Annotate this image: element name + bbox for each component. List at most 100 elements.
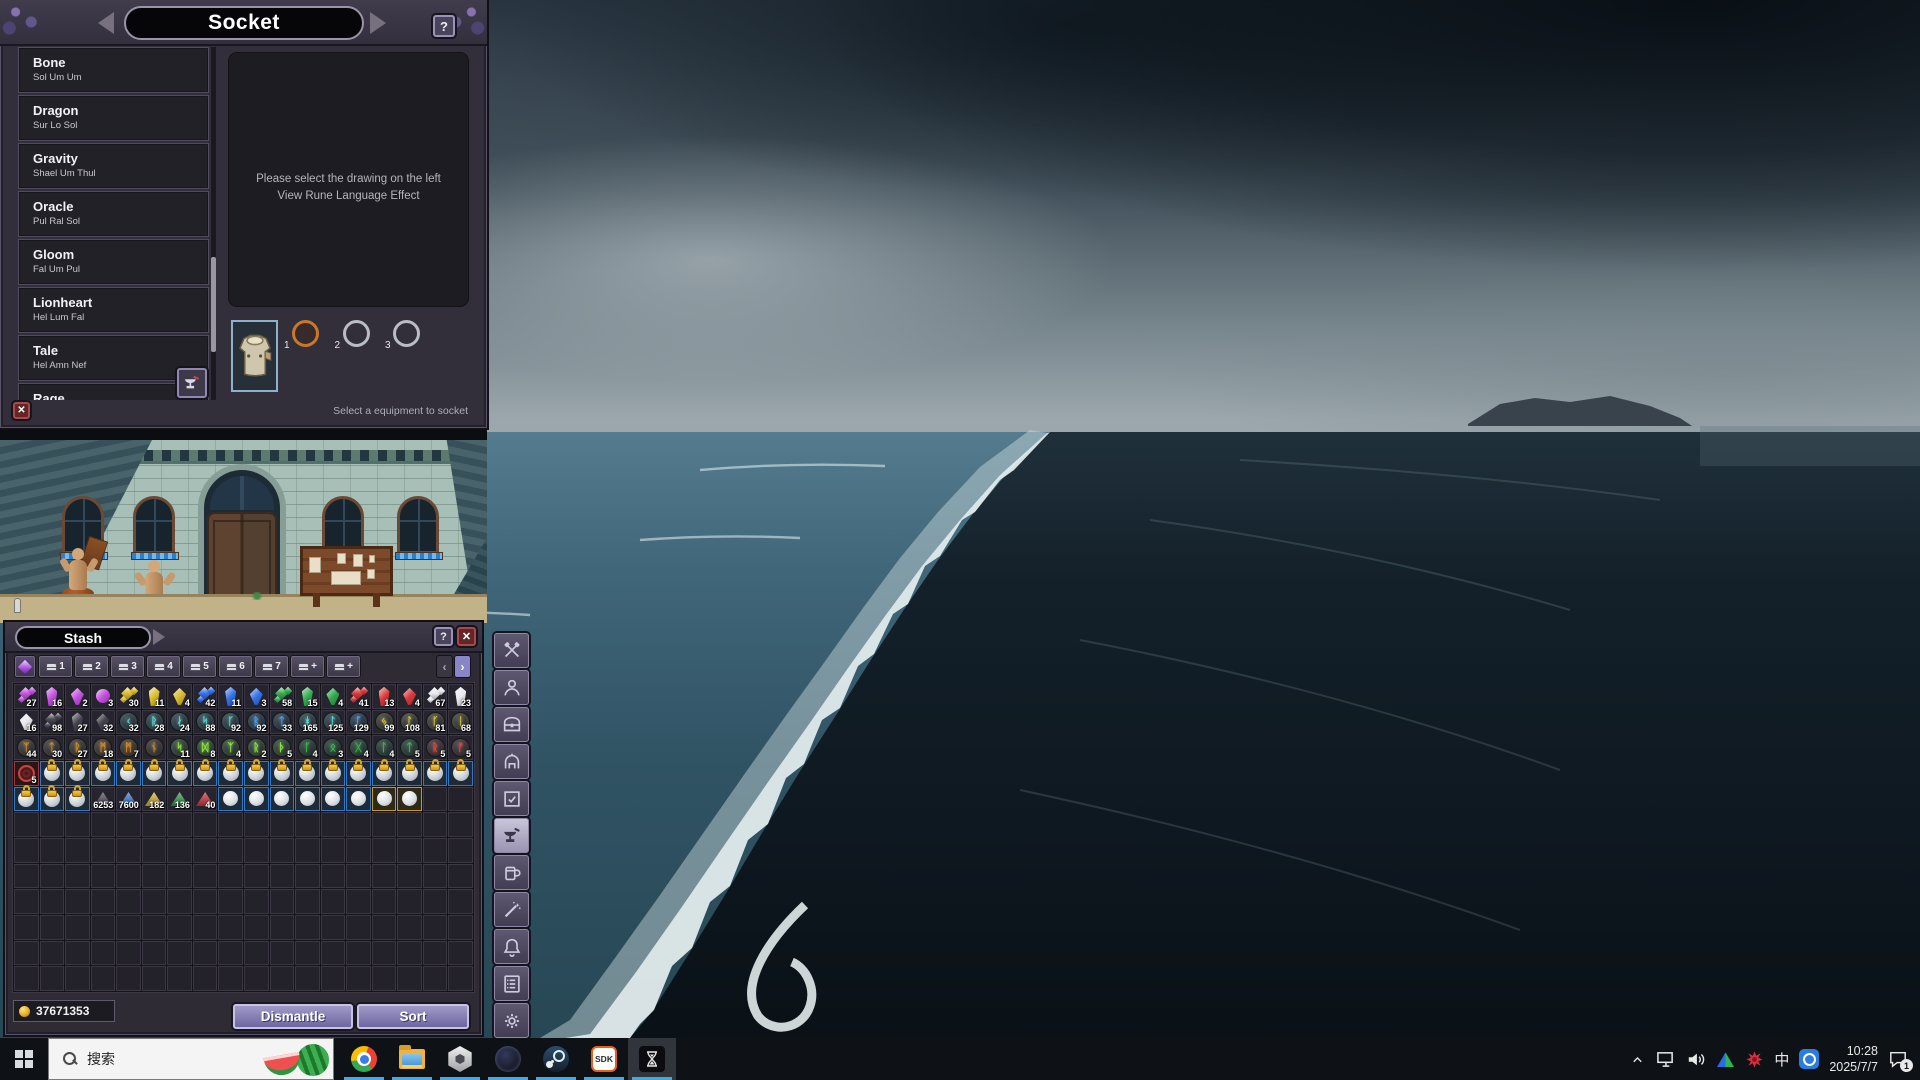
stash-item[interactable] [244,761,269,786]
stash-item[interactable] [397,761,422,786]
stash-empty-slot[interactable] [346,889,371,914]
stash-empty-slot[interactable] [372,889,397,914]
stash-empty-slot[interactable] [448,889,473,914]
stash-empty-slot[interactable] [116,889,141,914]
stash-tab-5[interactable]: 5 [183,656,216,677]
stash-item[interactable] [91,761,116,786]
stash-item[interactable]: ᛅ24 [167,710,192,735]
stash-empty-slot[interactable] [218,941,243,966]
stash-empty-slot[interactable] [65,864,90,889]
network-icon[interactable] [1655,1050,1676,1068]
stash-empty-slot[interactable] [372,941,397,966]
stash-item[interactable] [218,787,243,812]
stash-item[interactable]: ᛋ11 [167,735,192,760]
stash-empty-slot[interactable] [91,838,116,863]
stash-item[interactable] [167,761,192,786]
stash-empty-slot[interactable] [270,889,295,914]
stash-empty-slot[interactable] [346,864,371,889]
taskbar-clock[interactable]: 10:28 2025/7/7 [1829,1043,1878,1076]
stash-item[interactable]: 30 [116,684,141,709]
stash-item[interactable]: ᚠ5 [448,735,473,760]
stash-empty-slot[interactable] [295,838,320,863]
stash-item[interactable]: 136 [167,787,192,812]
stash-item[interactable]: 7600 [116,787,141,812]
red-burst-icon[interactable] [1745,1050,1764,1069]
stash-empty-slot[interactable] [423,941,448,966]
stash-item[interactable]: ᚱ2 [244,735,269,760]
stash-empty-slot[interactable] [14,915,39,940]
stash-item[interactable]: 27 [14,684,39,709]
stash-item[interactable]: ᛟ3 [321,735,346,760]
stash-item[interactable]: 4 [397,684,422,709]
stash-item[interactable]: 40 [193,787,218,812]
stash-item[interactable] [295,787,320,812]
stash-empty-slot[interactable] [14,889,39,914]
stash-empty-slot[interactable] [397,966,422,991]
stash-empty-slot[interactable] [116,941,141,966]
stash-empty-slot[interactable] [397,915,422,940]
stash-empty-slot[interactable] [116,812,141,837]
stash-empty-slot[interactable] [244,812,269,837]
stash-item[interactable]: ᛉ4 [218,735,243,760]
stash-empty-slot[interactable] [65,812,90,837]
stash-empty-slot[interactable] [14,941,39,966]
stash-empty-slot[interactable] [218,915,243,940]
stash-item[interactable]: ᚱ28 [142,710,167,735]
stash-empty-slot[interactable] [346,812,371,837]
stash-empty-slot[interactable] [142,838,167,863]
stash-empty-slot[interactable] [270,812,295,837]
stash-item[interactable]: ᛗ7 [116,735,141,760]
stash-empty-slot[interactable] [65,915,90,940]
stash-empty-slot[interactable] [295,941,320,966]
stash-item[interactable]: 41 [346,684,371,709]
stash-empty-slot[interactable] [321,966,346,991]
stash-empty-slot[interactable] [397,889,422,914]
stash-item[interactable] [14,787,39,812]
stash-item[interactable] [244,787,269,812]
stash-item[interactable]: ᛚ125 [321,710,346,735]
stash-item[interactable]: ᛃ99 [372,710,397,735]
stash-empty-slot[interactable] [244,941,269,966]
stash-empty-slot[interactable] [244,864,269,889]
stash-empty-slot[interactable] [423,812,448,837]
stash-item[interactable]: 3 [244,684,269,709]
stash-item[interactable]: ᛏ5 [397,735,422,760]
stash-item[interactable] [40,761,65,786]
stash-item[interactable] [397,787,422,812]
rune-list-item[interactable]: GravityShael Um Thul [18,143,209,189]
rune-list-item[interactable]: GloomFal Um Pul [18,239,209,285]
stash-item[interactable]: 23 [448,684,473,709]
side-menu-equipment-frame-button[interactable] [494,781,529,816]
stash-item[interactable]: ᛏ30 [40,735,65,760]
socket-slot-circle-1[interactable] [292,320,319,347]
stash-empty-slot[interactable] [142,812,167,837]
stash-empty-slot[interactable] [372,915,397,940]
stash-item[interactable]: 11 [142,684,167,709]
stash-item[interactable]: ᚱ5 [423,735,448,760]
stash-empty-slot[interactable] [14,864,39,889]
stash-item[interactable] [372,787,397,812]
rune-list-item[interactable]: DragonSur Lo Sol [18,95,209,141]
stash-empty-slot[interactable] [40,864,65,889]
training-dummy-1[interactable] [62,534,96,600]
stash-empty-slot[interactable] [65,889,90,914]
stash-empty-slot[interactable] [116,864,141,889]
stash-item[interactable]: 11 [218,684,243,709]
stash-empty-slot[interactable] [321,864,346,889]
stash-empty-slot[interactable] [423,889,448,914]
stash-item[interactable] [65,761,90,786]
taskbar-app-game[interactable] [484,1038,532,1080]
stash-tab-4[interactable]: 4 [147,656,180,677]
stash-empty-slot[interactable] [14,966,39,991]
stash-empty-slot[interactable] [167,915,192,940]
dismantle-button[interactable]: Dismantle [233,1004,353,1029]
stash-item[interactable]: ᛚ4 [372,735,397,760]
stash-empty-slot[interactable] [397,864,422,889]
stash-item[interactable] [116,761,141,786]
stash-item[interactable]: 3 [91,684,116,709]
stash-item[interactable]: 15 [295,684,320,709]
stash-item[interactable]: ᚴ81 [423,710,448,735]
stash-empty-slot[interactable] [295,915,320,940]
taskbar-search-input[interactable]: 搜索 [48,1038,334,1080]
stash-item[interactable]: 2 [65,684,90,709]
